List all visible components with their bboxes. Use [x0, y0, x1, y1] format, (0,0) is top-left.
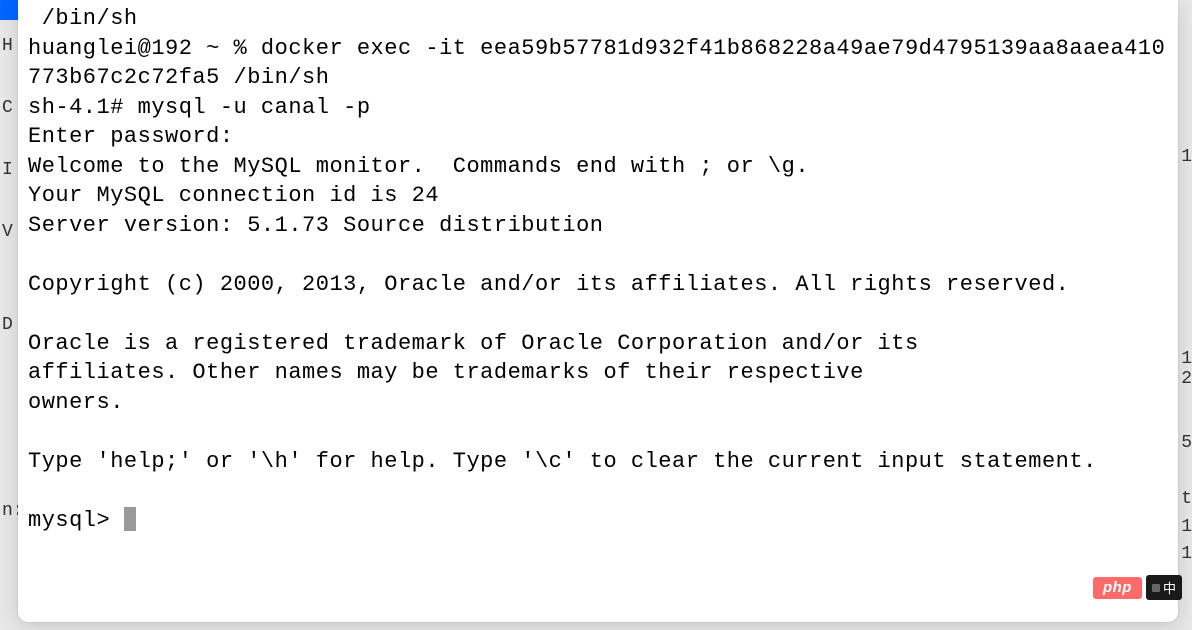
terminal-output: /bin/sh huanglei@192 ~ % docker exec -it…: [28, 4, 1168, 535]
right-gutter-char: 1: [1181, 545, 1192, 563]
cn-badge: 中: [1146, 575, 1182, 600]
right-gutter-char: t: [1181, 490, 1192, 508]
cn-badge-text: 中: [1163, 578, 1176, 597]
right-gutter-char: 1: [1181, 518, 1192, 536]
right-gutter-char: 1: [1181, 148, 1192, 166]
right-gutter-char: 1: [1181, 350, 1192, 368]
terminal-cursor: [124, 507, 136, 531]
terminal-window[interactable]: /bin/sh huanglei@192 ~ % docker exec -it…: [18, 0, 1178, 622]
right-gutter-char: 2: [1181, 370, 1192, 388]
cn-dot-icon: [1152, 584, 1160, 592]
watermark-badges: php 中: [1093, 575, 1182, 600]
right-gutter-char: 5: [1181, 434, 1192, 452]
php-badge: php: [1093, 577, 1142, 599]
